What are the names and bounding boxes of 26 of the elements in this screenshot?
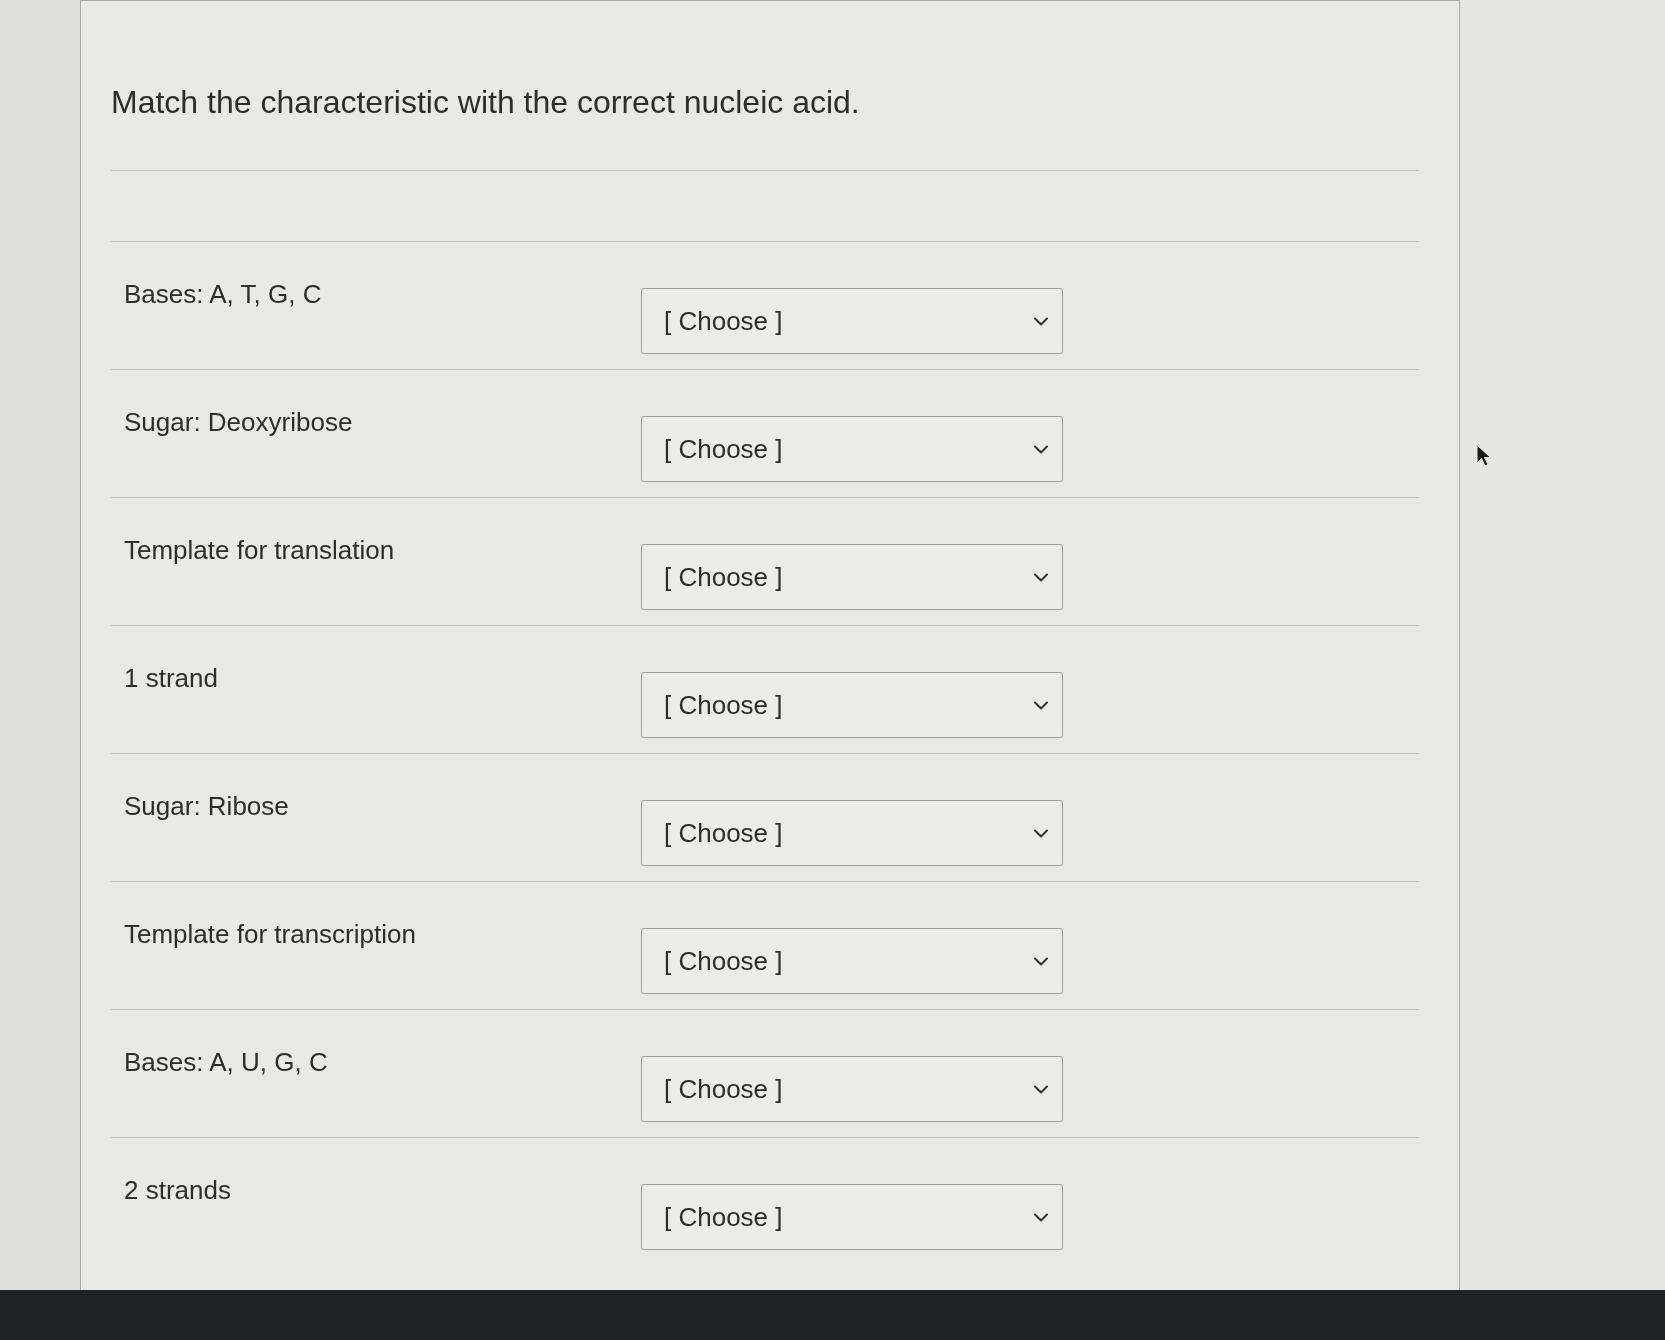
choose-dropdown[interactable]: [ Choose ] xyxy=(641,800,1063,866)
choose-dropdown[interactable]: [ Choose ] xyxy=(641,1056,1063,1122)
chevron-down-icon xyxy=(1034,1084,1048,1094)
characteristic-label: Bases: A, U, G, C xyxy=(124,1047,328,1077)
characteristic-label: 1 strand xyxy=(124,663,218,693)
choose-dropdown[interactable]: [ Choose ] xyxy=(641,416,1063,482)
chevron-down-icon xyxy=(1034,572,1048,582)
characteristic-label: Sugar: Deoxyribose xyxy=(124,407,353,437)
chevron-down-icon xyxy=(1034,444,1048,454)
choose-dropdown[interactable]: [ Choose ] xyxy=(641,928,1063,994)
chevron-down-icon xyxy=(1034,956,1048,966)
cursor-icon xyxy=(1476,444,1492,468)
choose-dropdown[interactable]: [ Choose ] xyxy=(641,288,1063,354)
chevron-down-icon xyxy=(1034,828,1048,838)
characteristic-label: Bases: A, T, G, C xyxy=(124,279,322,309)
question-text: Match the characteristic with the correct nucleic acid. xyxy=(111,83,861,122)
choose-dropdown[interactable]: [ Choose ] xyxy=(641,1184,1063,1250)
choose-dropdown[interactable]: [ Choose ] xyxy=(641,544,1063,610)
chevron-down-icon xyxy=(1034,1212,1048,1222)
characteristic-label: Template for translation xyxy=(124,535,395,565)
characteristic-label: Sugar: Ribose xyxy=(124,791,289,821)
choose-dropdown[interactable]: [ Choose ] xyxy=(641,672,1063,738)
chevron-down-icon xyxy=(1034,700,1048,710)
characteristic-label: 2 strands xyxy=(124,1175,231,1205)
characteristic-label: Template for transcription xyxy=(124,919,416,949)
chevron-down-icon xyxy=(1034,316,1048,326)
